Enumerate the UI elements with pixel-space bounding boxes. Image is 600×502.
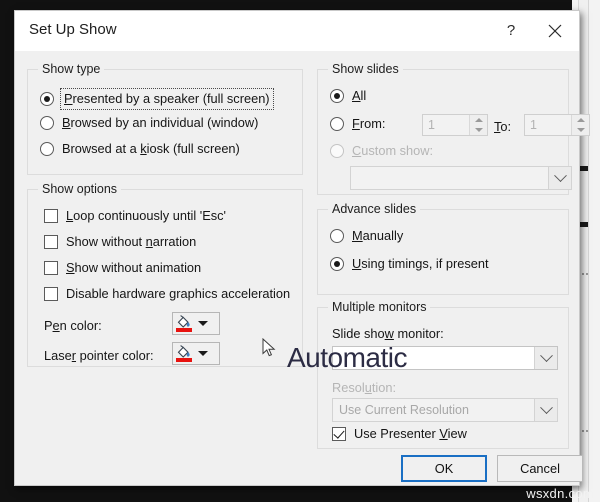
radio-indicator[interactable] (40, 141, 54, 156)
checkbox-label: Show without animation (66, 260, 202, 275)
chevron-down-icon[interactable] (198, 321, 208, 326)
checkbox-loop-continuously[interactable]: Loop continuously until 'Esc' (44, 208, 226, 223)
checkbox-show-without-narration[interactable]: Show without narration (44, 234, 196, 249)
show-type-group: Show type Presented by a speaker (full s… (27, 62, 303, 175)
checkbox-label: Loop continuously until 'Esc' (66, 208, 226, 223)
radio-label: Browsed at a kiosk (full screen) (62, 141, 240, 156)
radio-indicator[interactable] (330, 116, 344, 131)
radio-all-slides[interactable]: All (330, 88, 366, 103)
dialog-titlebar: Set Up Show ? (15, 11, 579, 52)
checkbox-indicator[interactable] (44, 286, 58, 301)
chevron-down-icon[interactable] (198, 351, 208, 356)
pen-color-label: Pen color: (44, 318, 102, 333)
ok-button-label: OK (434, 461, 454, 476)
close-icon (548, 24, 562, 37)
laser-pointer-color-button[interactable] (172, 342, 220, 365)
cancel-button[interactable]: Cancel (497, 455, 583, 482)
spinner-arrows[interactable] (469, 115, 487, 135)
checkbox-indicator[interactable] (44, 208, 58, 223)
screen: Set Up Show ? Show type Presented by a s… (0, 0, 600, 502)
advance-slides-group: Advance slides Manually Using timings, i… (317, 202, 569, 295)
radio-label: Custom show: (352, 143, 434, 158)
checkbox-use-presenter-view[interactable]: Use Presenter View (332, 426, 467, 441)
chevron-down-icon (553, 168, 567, 182)
checkbox-label: Disable hardware graphics acceleration (66, 286, 291, 301)
multiple-monitors-group: Multiple monitors Slide show monitor: Re… (317, 300, 569, 449)
to-slide-label: To: (494, 119, 512, 134)
set-up-show-dialog: Set Up Show ? Show type Presented by a s… (14, 10, 590, 486)
radio-label: From: (352, 116, 386, 131)
dropdown-button[interactable] (534, 347, 557, 369)
help-button[interactable]: ? (489, 11, 533, 50)
chevron-down-icon (539, 348, 553, 362)
spinner-up-icon[interactable] (576, 118, 585, 122)
radio-label: Presented by a speaker (full screen) (64, 91, 270, 106)
spinner-up-icon[interactable] (474, 118, 483, 122)
dialog-body: Show type Presented by a speaker (full s… (15, 51, 590, 485)
watermark: wsxdn.com (526, 486, 594, 501)
checkbox-disable-hardware-acceleration[interactable]: Disable hardware graphics acceleration (44, 286, 290, 301)
pen-color-button[interactable] (172, 312, 220, 335)
close-button[interactable] (533, 11, 577, 50)
spinner-down-icon[interactable] (474, 128, 483, 132)
paint-bucket-icon (173, 343, 195, 364)
dialog-title: Set Up Show (29, 21, 117, 38)
show-type-legend: Show type (38, 62, 105, 76)
dropdown-button[interactable] (534, 399, 557, 421)
radio-advance-manually[interactable]: Manually (330, 228, 403, 243)
radio-indicator[interactable] (330, 228, 344, 243)
spinner-down-icon[interactable] (576, 128, 585, 132)
pen-color-swatch (176, 328, 192, 332)
radio-indicator[interactable] (330, 256, 344, 271)
checkbox-show-without-animation[interactable]: Show without animation (44, 260, 201, 275)
to-slide-spinner[interactable]: 1 (524, 114, 590, 136)
checkbox-label: Show without narration (66, 234, 197, 249)
resolution-combobox[interactable]: Use Current Resolution (332, 398, 558, 422)
paint-bucket-icon (173, 313, 195, 334)
checkbox-label: Use Presenter View (354, 426, 467, 441)
checkbox-indicator[interactable] (44, 234, 58, 249)
chevron-down-icon (539, 400, 553, 414)
resolution-label: Resolution: (332, 380, 397, 395)
radio-indicator[interactable] (330, 88, 344, 103)
radio-presented-by-speaker[interactable]: Presented by a speaker (full screen) (40, 88, 274, 110)
radio-indicator[interactable] (330, 143, 344, 158)
spinner-arrows[interactable] (571, 115, 589, 135)
show-slides-legend: Show slides (328, 62, 403, 76)
laser-pointer-color-label: Laser pointer color: (44, 348, 154, 363)
radio-browsed-by-individual[interactable]: Browsed by an individual (window) (40, 115, 258, 130)
to-slide-value: 1 (530, 118, 537, 132)
slide-show-monitor-label: Slide show monitor: (332, 326, 444, 341)
slide-show-monitor-value: Automatic (287, 342, 408, 373)
checkbox-indicator[interactable] (44, 260, 58, 275)
mouse-cursor (262, 338, 276, 357)
radio-browsed-at-kiosk[interactable]: Browsed at a kiosk (full screen) (40, 141, 240, 156)
custom-show-combobox[interactable] (350, 166, 572, 190)
advance-slides-legend: Advance slides (328, 202, 421, 216)
focus-outline: Presented by a speaker (full screen) (60, 88, 274, 110)
from-slide-spinner[interactable]: 1 (422, 114, 488, 136)
from-slide-value: 1 (428, 118, 435, 132)
question-mark-icon: ? (506, 22, 516, 39)
dropdown-button[interactable] (548, 167, 571, 189)
show-options-legend: Show options (38, 182, 122, 196)
radio-indicator[interactable] (40, 115, 54, 130)
radio-label: Manually (352, 228, 404, 243)
show-slides-group: Show slides All From: 1 To: 1 Custom sho… (317, 62, 590, 195)
radio-advance-using-timings[interactable]: Using timings, if present (330, 256, 489, 271)
radio-from-to[interactable]: From: (330, 116, 385, 131)
checkbox-indicator[interactable] (332, 426, 346, 441)
cancel-button-label: Cancel (520, 461, 560, 476)
resolution-value: Use Current Resolution (339, 403, 469, 417)
ok-button[interactable]: OK (401, 455, 487, 482)
radio-indicator[interactable] (40, 92, 54, 106)
radio-custom-show[interactable]: Custom show: (330, 143, 433, 158)
radio-label: All (352, 88, 367, 103)
radio-label: Using timings, if present (352, 256, 489, 271)
multiple-monitors-legend: Multiple monitors (328, 300, 431, 314)
laser-pointer-color-swatch (176, 358, 192, 362)
radio-label: Browsed by an individual (window) (62, 115, 259, 130)
